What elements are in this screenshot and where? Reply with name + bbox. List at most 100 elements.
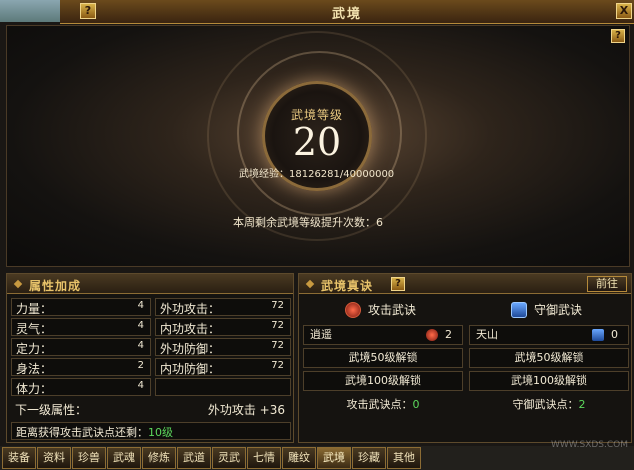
close-icon[interactable]: X [616,3,632,19]
attr-label: 身法： [16,362,53,376]
distance-row: 距离获得攻击武诀点还剩：10级 [11,422,291,440]
attack-emblem-icon [426,329,438,341]
attr-cell: 定力： 4 [11,338,151,356]
attr-cell-empty [155,378,291,396]
attack-emblem-icon [345,302,361,318]
defense-points-value: 2 [578,398,586,411]
attr-value: 72 [271,340,284,351]
window-title: 武境 [331,7,362,22]
attack-secret-name: 逍遥 [310,328,332,341]
title-bar: ? 武境 X [60,0,634,24]
goto-button[interactable]: 前往 [587,276,627,292]
defense-points: 守御武诀点：2 [469,395,629,415]
background-strip [0,0,60,22]
attack-locked-slot-100[interactable]: 武境100级解锁 [303,371,463,391]
attack-points-label: 攻击武诀点： [346,398,413,411]
secrets-help-icon[interactable]: ? [391,277,405,291]
exp-value: 18126281/40000000 [289,169,395,180]
attributes-title: 属性加成 [29,279,82,293]
hero-help-icon[interactable]: ? [611,29,625,43]
attr-row: 灵气： 4 内功攻击： 72 [11,318,291,336]
attr-value: 4 [137,380,144,391]
tab-qiqing[interactable]: 七情 [247,447,281,469]
attack-secret-count: 2 [445,328,452,341]
attributes-grid: 力量： 4 外功攻击： 72 灵气： 4 内功攻击： 72 定力： 4 外功防御： 72 身… [11,298,291,398]
defense-locked-slot-100[interactable]: 武境100级解锁 [469,371,629,391]
attr-value: 4 [137,300,144,311]
distance-value: 10级 [148,426,173,439]
attr-cell: 内功防御： 72 [155,358,291,376]
attr-cell: 身法： 2 [11,358,151,376]
attr-value: 4 [137,320,144,331]
attr-value: 72 [271,300,284,311]
attr-label: 外功防御： [160,342,221,356]
secrets-title: 武境真诀 [321,279,374,293]
attr-row: 定力： 4 外功防御： 72 [11,338,291,356]
next-level-row: 下一级属性： 外功攻击 +36 [11,400,291,418]
next-level-label: 下一级属性： [15,403,88,417]
tab-training[interactable]: 修炼 [142,447,176,469]
attr-cell: 体力： 4 [11,378,151,396]
defense-secret-count: 0 [611,328,618,341]
defense-header: 守御武诀 [469,298,629,322]
weekly-line: 本周剩余武境等级提升次数：6 [233,214,383,230]
attr-label: 定力： [16,342,53,356]
attack-secret-slot[interactable]: 逍遥 2 [303,325,463,345]
tab-carving[interactable]: 雕纹 [282,447,316,469]
weekly-value: 6 [376,216,383,229]
bottom-tab-bar: 装备 资料 珍兽 武魂 修炼 武道 灵武 七情 雕纹 武境 珍藏 其他 [0,446,634,470]
attr-label: 力量： [16,302,53,316]
attr-label: 体力： [16,382,53,396]
attack-header: 攻击武诀 [303,298,463,322]
attributes-header: 属性加成 [7,274,293,294]
attr-label: 灵气： [16,322,53,336]
attr-label: 外功攻击： [160,302,221,316]
defense-secret-slot[interactable]: 天山 0 [469,325,629,345]
next-level-value: 外功攻击 +36 [207,403,285,417]
diamond-icon [13,279,23,289]
attr-cell: 外功防御： 72 [155,338,291,356]
tab-other[interactable]: 其他 [387,447,421,469]
attr-row: 体力： 4 [11,378,291,396]
tab-profile[interactable]: 资料 [37,447,71,469]
defense-locked-slot-50[interactable]: 武境50级解锁 [469,348,629,368]
exp-label: 武境经验： [239,169,289,180]
attr-value: 4 [137,340,144,351]
attack-points: 攻击武诀点：0 [303,395,463,415]
wujing-window: ? 武境 X ? 武境等级 20 武境经验：18126281/40000000 … [0,0,634,470]
diamond-icon [305,279,315,289]
attr-cell: 外功攻击： 72 [155,298,291,316]
attack-locked-slot-50[interactable]: 武境50级解锁 [303,348,463,368]
defense-points-label: 守御武诀点： [512,398,579,411]
tab-collection[interactable]: 珍藏 [352,447,386,469]
attr-value: 2 [137,360,144,371]
tab-equipment[interactable]: 装备 [2,447,36,469]
secrets-header: 武境真诀 ? 前往 [299,274,631,294]
attack-points-value: 0 [412,398,420,411]
defense-emblem-icon [511,302,527,318]
attr-cell: 灵气： 4 [11,318,151,336]
tab-wudao[interactable]: 武道 [177,447,211,469]
attr-value: 72 [271,360,284,371]
attributes-panel: 属性加成 力量： 4 外功攻击： 72 灵气： 4 内功攻击： 72 定力： 4 外功防御… [6,273,294,443]
secrets-panel: 武境真诀 ? 前往 攻击武诀 逍遥 2 武境50级解锁 武境100级解锁 攻击武… [298,273,632,443]
distance-label: 距离获得攻击武诀点还剩： [16,426,148,439]
level-value: 20 [292,120,342,164]
defense-column: 守御武诀 天山 0 武境50级解锁 武境100级解锁 守御武诀点：2 [469,298,629,415]
attr-row: 力量： 4 外功攻击： 72 [11,298,291,316]
tab-wuhun[interactable]: 武魂 [107,447,141,469]
attr-value: 72 [271,320,284,331]
defense-emblem-icon [592,329,604,341]
tab-pets[interactable]: 珍兽 [72,447,106,469]
exp-line: 武境经验：18126281/40000000 [239,165,394,180]
attr-label: 内功攻击： [160,322,221,336]
tab-wujing[interactable]: 武境 [317,447,351,469]
attr-cell: 力量： 4 [11,298,151,316]
attr-label: 内功防御： [160,362,221,376]
level-hero: ? 武境等级 20 武境经验：18126281/40000000 本周剩余武境等… [6,25,630,267]
tab-lingwu[interactable]: 灵武 [212,447,246,469]
attr-row: 身法： 2 内功防御： 72 [11,358,291,376]
distance-text: 距离获得攻击武诀点还剩：10级 [16,424,173,440]
attack-column: 攻击武诀 逍遥 2 武境50级解锁 武境100级解锁 攻击武诀点：0 [303,298,463,415]
attr-cell: 内功攻击： 72 [155,318,291,336]
